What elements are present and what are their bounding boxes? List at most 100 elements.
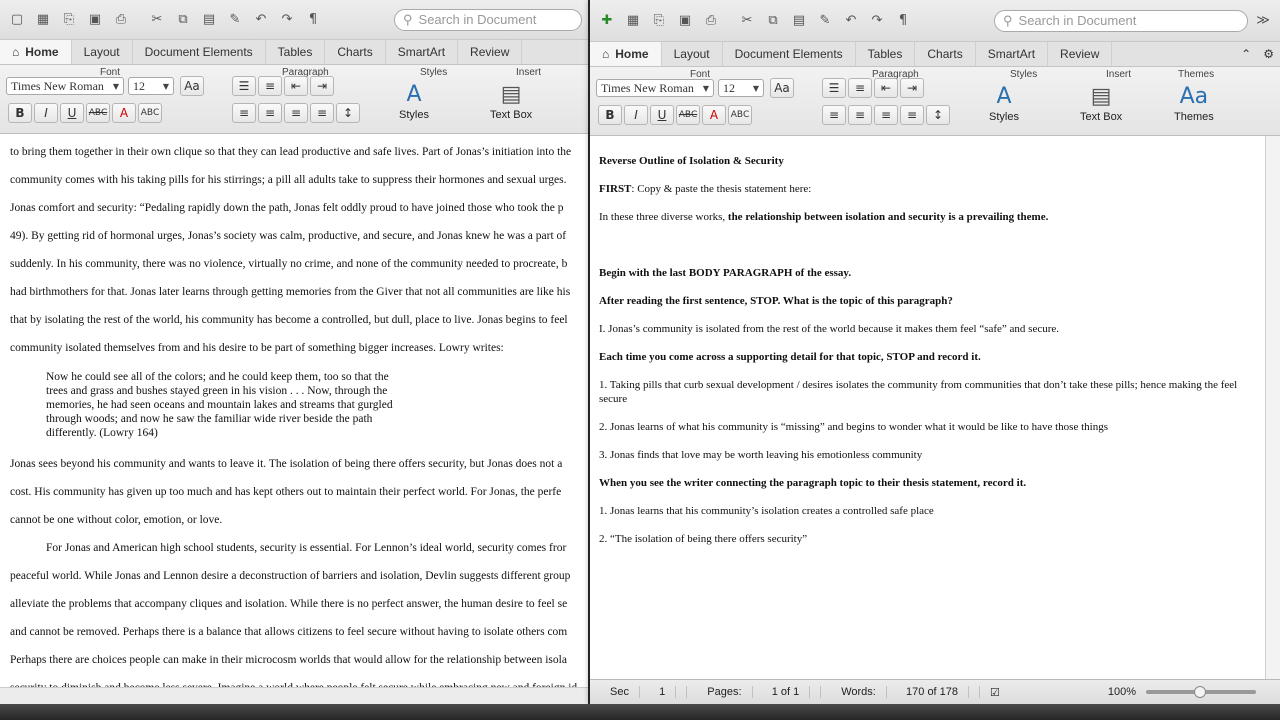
chevron-down-icon: ▼ [112,81,119,91]
bold-button[interactable]: B [8,103,32,123]
tab-layout[interactable]: Layout [662,42,723,66]
tab-home[interactable]: ⌂ Home [590,42,662,66]
undo-icon[interactable]: ↶ [250,11,272,29]
open-icon[interactable]: ⎘ [58,11,80,29]
topic-line: I. Jonas’s community is isolated from th… [599,323,1060,335]
copy-icon[interactable]: ⧉ [172,11,194,29]
strikethrough-button[interactable]: ABC [676,105,700,125]
highlight-button[interactable]: ABC [728,105,752,125]
themes-button[interactable]: Aa Themes [1174,81,1214,124]
underline-button[interactable]: U [650,105,674,125]
templates-icon[interactable]: ▦ [32,11,54,29]
copy-icon[interactable]: ⧉ [762,12,784,30]
right-search-input[interactable]: ⚲ Search in Document [994,9,1248,32]
bullets-button[interactable]: ☰ [822,78,846,98]
tab-tables[interactable]: Tables [856,42,916,66]
font-name-select[interactable]: Times New Roman ▼ [6,77,124,95]
tab-document-elements[interactable]: Document Elements [133,40,266,64]
proofing-icon[interactable]: ☑ [980,686,1010,699]
line-spacing-button[interactable]: ↕ [926,105,950,125]
connection-2: 2. “The isolation of being there offers … [599,533,808,545]
zoom-slider[interactable] [1146,686,1256,698]
left-ribbon-tabs: ⌂ Home Layout Document Elements Tables Ch… [0,40,588,65]
line-spacing-button[interactable]: ↕ [336,103,360,123]
new-document-icon[interactable]: ✚ [596,12,618,30]
font-color-button[interactable]: A [702,105,726,125]
change-case-button[interactable]: Aa [770,78,794,98]
tab-document-elements[interactable]: Document Elements [723,42,856,66]
pilcrow-icon[interactable]: ¶ [302,11,324,29]
numbering-button[interactable]: ≡ [258,76,282,96]
themes-group-label: Themes [1178,69,1215,80]
text-box-button[interactable]: ▤ Text Box [490,79,532,122]
align-center-button[interactable]: ≡ [258,103,282,123]
increase-indent-button[interactable]: ⇥ [310,76,334,96]
collapse-ribbon-icon[interactable]: ⌃ [1235,47,1257,61]
save-icon[interactable]: ▣ [674,12,696,30]
zoom-slider-thumb[interactable] [1194,686,1206,698]
text-box-button[interactable]: ▤ Text Box [1080,81,1122,124]
tab-charts[interactable]: Charts [915,42,976,66]
print-icon[interactable]: ⎙ [110,11,132,29]
tab-tables[interactable]: Tables [266,40,326,64]
left-document-body[interactable]: to bring them together in their own cliq… [0,136,588,704]
align-left-button[interactable]: ≡ [232,103,256,123]
italic-button[interactable]: I [34,103,58,123]
align-left-button[interactable]: ≡ [822,105,846,125]
pilcrow-icon[interactable]: ¶ [892,12,914,30]
right-status-bar: Sec 1 Pages: 1 of 1 Words: 170 of 178 ☑ … [590,679,1280,704]
bullets-button[interactable]: ☰ [232,76,256,96]
right-document-body[interactable]: Reverse Outline of Isolation & Security … [590,136,1280,680]
expand-toolbar-icon[interactable]: ≫ [1252,12,1274,30]
tab-charts[interactable]: Charts [325,40,386,64]
font-color-button[interactable]: A [112,103,136,123]
justify-button[interactable]: ≡ [310,103,334,123]
redo-icon[interactable]: ↷ [276,11,298,29]
cut-icon[interactable]: ✂ [736,12,758,30]
tab-review[interactable]: Review [458,40,523,64]
undo-icon[interactable]: ↶ [840,12,862,30]
decrease-indent-button[interactable]: ⇤ [874,78,898,98]
tab-layout[interactable]: Layout [72,40,133,64]
align-center-button[interactable]: ≡ [848,105,872,125]
numbering-button[interactable]: ≡ [848,78,872,98]
section-indicator[interactable]: Sec 1 [590,686,688,698]
print-icon[interactable]: ⎙ [700,12,722,30]
left-search-input[interactable]: ⚲ Search in Document [394,8,582,31]
redo-icon[interactable]: ↷ [866,12,888,30]
word-count[interactable]: Words: 170 of 178 [821,686,981,698]
strikethrough-button[interactable]: ABC [86,103,110,123]
search-icon: ⚲ [403,11,413,27]
paste-icon[interactable]: ▤ [198,11,220,29]
justify-button[interactable]: ≡ [900,105,924,125]
tab-smartart[interactable]: SmartArt [976,42,1049,66]
page-indicator[interactable]: Pages: 1 of 1 [687,686,822,698]
gear-icon[interactable]: ⚙ [1257,47,1280,61]
italic-button[interactable]: I [624,105,648,125]
open-icon[interactable]: ⎘ [648,12,670,30]
bold-button[interactable]: B [598,105,622,125]
underline-button[interactable]: U [60,103,84,123]
tab-smartart[interactable]: SmartArt [386,40,459,64]
vertical-scrollbar[interactable] [1265,136,1280,680]
font-name-select[interactable]: Times New Roman ▼ [596,79,714,97]
change-case-button[interactable]: Aa [180,76,204,96]
align-right-button[interactable]: ≡ [874,105,898,125]
format-painter-icon[interactable]: ✎ [224,11,246,29]
save-icon[interactable]: ▣ [84,11,106,29]
tab-home[interactable]: ⌂ Home [0,40,72,64]
styles-button[interactable]: A Styles [988,81,1020,124]
templates-icon[interactable]: ▦ [622,12,644,30]
decrease-indent-button[interactable]: ⇤ [284,76,308,96]
increase-indent-button[interactable]: ⇥ [900,78,924,98]
cut-icon[interactable]: ✂ [146,11,168,29]
format-painter-icon[interactable]: ✎ [814,12,836,30]
align-right-button[interactable]: ≡ [284,103,308,123]
highlight-button[interactable]: ABC [138,103,162,123]
paste-icon[interactable]: ▤ [788,12,810,30]
styles-button[interactable]: A Styles [398,79,430,122]
tab-review[interactable]: Review [1048,42,1113,66]
new-document-icon[interactable]: ▢ [6,11,28,29]
font-size-select[interactable]: 12 ▼ [128,77,174,95]
font-size-select[interactable]: 12 ▼ [718,79,764,97]
